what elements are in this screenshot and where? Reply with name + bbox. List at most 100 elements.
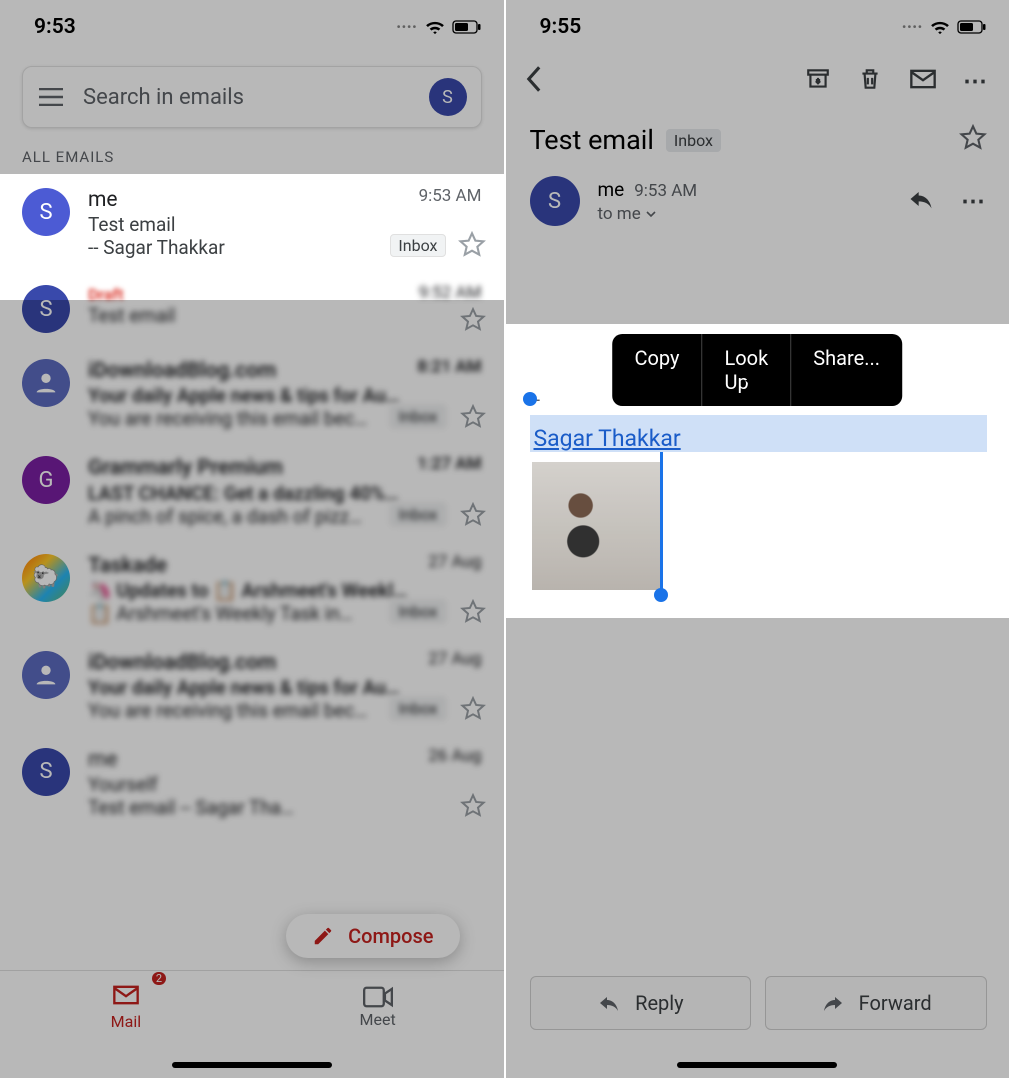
- star-icon[interactable]: [460, 696, 486, 726]
- row-sender: iDownloadBlog.com: [88, 651, 486, 676]
- row-tag: Inbox: [390, 697, 445, 720]
- email-subject: Test email: [530, 124, 654, 156]
- selection-handle-end[interactable]: [654, 588, 668, 602]
- row-time: 27 Aug: [428, 552, 481, 572]
- section-all-emails: ALL EMAILS: [0, 138, 504, 174]
- tab-meet[interactable]: Meet: [252, 971, 504, 1044]
- mail-row[interactable]: 🐑 Taskade 🦄 Updates to 📋 Arshmeet's Week…: [0, 540, 504, 637]
- pencil-icon: [312, 925, 334, 947]
- row-avatar: S: [22, 748, 70, 796]
- signature-link[interactable]: Sagar Thakkar: [530, 425, 681, 452]
- sender-info: me 9:53 AM to me: [598, 177, 698, 226]
- row-time: 26 Aug: [428, 746, 481, 766]
- row-time: 9:52 AM: [419, 283, 482, 303]
- more-icon[interactable]: ⋯: [961, 187, 987, 215]
- reply-button[interactable]: Reply: [530, 976, 752, 1030]
- email-toolbar: ⋯: [506, 46, 1010, 102]
- menu-icon[interactable]: [37, 83, 65, 111]
- to-text: to me: [598, 203, 641, 226]
- sender-time: 9:53 AM: [634, 181, 697, 201]
- forward-icon: [821, 993, 845, 1013]
- row-subject: Your daily Apple news & tips for Au…: [88, 676, 486, 699]
- sender-actions: ⋯: [907, 187, 987, 215]
- star-icon[interactable]: [460, 307, 486, 337]
- row-subject: 🦄 Updates to 📋 Arshmeet's Weekl…: [88, 579, 486, 602]
- status-time: 9:53: [34, 15, 76, 39]
- mail-row[interactable]: G Grammarly Premium LAST CHANCE: Get a d…: [0, 442, 504, 539]
- star-icon[interactable]: [460, 502, 486, 532]
- row-time: 27 Aug: [428, 649, 481, 669]
- tab-mail[interactable]: 2 Mail: [0, 971, 252, 1044]
- forward-button[interactable]: Forward: [765, 976, 987, 1030]
- star-icon[interactable]: [460, 793, 486, 823]
- signal-dots: ••••: [902, 20, 923, 34]
- trash-icon[interactable]: [857, 66, 883, 96]
- search-bar[interactable]: Search in emails S: [22, 66, 482, 128]
- row-subject: Yourself: [88, 773, 486, 796]
- mail-row[interactable]: iDownloadBlog.com Your daily Apple news …: [0, 637, 504, 734]
- star-icon[interactable]: [460, 404, 486, 434]
- sender-avatar[interactable]: S: [530, 176, 580, 226]
- star-icon[interactable]: [959, 124, 987, 156]
- signal-dots: ••••: [396, 20, 417, 34]
- home-indicator[interactable]: [677, 1062, 837, 1068]
- more-icon[interactable]: ⋯: [963, 67, 989, 95]
- mail-icon: [112, 984, 140, 1006]
- account-avatar[interactable]: S: [429, 78, 467, 116]
- star-icon[interactable]: [460, 599, 486, 629]
- tab-meet-label: Meet: [360, 1010, 396, 1029]
- menu-copy[interactable]: Copy: [612, 334, 701, 406]
- row-avatar: S: [22, 188, 70, 236]
- status-time: 9:55: [540, 15, 582, 39]
- star-icon[interactable]: [458, 231, 486, 263]
- mail-row-highlight[interactable]: S me Test email -- Sagar Thakkar 9:53 AM…: [0, 174, 504, 271]
- menu-share[interactable]: Share...: [790, 334, 902, 406]
- row-snippet: Test email -- Sagar Tha…: [88, 796, 486, 819]
- reply-icon: [597, 993, 621, 1013]
- archive-icon[interactable]: [805, 66, 831, 96]
- status-right: ••••: [396, 19, 481, 35]
- left-phone: 9:53 •••• Search in emails S ALL EMAILS …: [0, 0, 506, 1078]
- mail-row[interactable]: S Draft Test email 9:52 AM: [0, 271, 504, 345]
- bottom-tabs: 2 Mail Meet: [0, 970, 504, 1044]
- mark-unread-icon[interactable]: [909, 68, 937, 94]
- to-line[interactable]: to me: [598, 203, 698, 226]
- mail-badge: 2: [152, 972, 166, 985]
- back-icon[interactable]: [526, 66, 542, 96]
- row-avatar: [22, 359, 70, 407]
- row-subject: LAST CHANCE: Get a dazzling 40%…: [88, 482, 486, 505]
- statusbar-left: 9:53 ••••: [0, 0, 504, 46]
- text-edit-menu: Copy Look Up Share...: [612, 334, 902, 406]
- compose-button[interactable]: Compose: [286, 914, 459, 958]
- sender-row: S me 9:53 AM to me ⋯: [506, 166, 1010, 246]
- menu-tail: [745, 380, 769, 392]
- battery-icon: [957, 20, 987, 34]
- right-phone: 9:55 •••• ⋯ Test email Inbox: [506, 0, 1011, 1078]
- mail-row[interactable]: iDownloadBlog.com Your daily Apple news …: [0, 345, 504, 442]
- home-indicator[interactable]: [172, 1062, 332, 1068]
- row-subject: Test email: [88, 213, 486, 236]
- row-avatar: S: [22, 285, 70, 333]
- chevron-down-icon: [645, 208, 657, 220]
- row-avatar: 🐑: [22, 554, 70, 602]
- selection-handle-start[interactable]: [523, 392, 537, 406]
- wifi-icon: [929, 19, 951, 35]
- reply-icon[interactable]: [907, 187, 935, 215]
- sender-name: me: [598, 178, 625, 201]
- selection-highlight[interactable]: Sagar Thakkar: [530, 415, 988, 452]
- compose-label: Compose: [348, 924, 433, 948]
- search-placeholder: Search in emails: [83, 85, 411, 110]
- forward-label: Forward: [859, 991, 932, 1015]
- row-tag-inbox: Inbox: [390, 234, 445, 257]
- row-tag: Inbox: [390, 503, 445, 526]
- statusbar-right: 9:55 ••••: [506, 0, 1010, 46]
- row-tag: Inbox: [390, 600, 445, 623]
- signature-photo[interactable]: [532, 462, 660, 590]
- row-subject: Test email: [88, 304, 486, 327]
- menu-lookup[interactable]: Look Up: [701, 334, 790, 406]
- row-sender: me: [88, 748, 486, 773]
- mail-row[interactable]: S me Yourself Test email -- Sagar Tha… 2…: [0, 734, 504, 831]
- row-tag: Inbox: [390, 405, 445, 428]
- row-time: 9:53 AM: [419, 186, 482, 206]
- tab-mail-label: Mail: [111, 1012, 141, 1031]
